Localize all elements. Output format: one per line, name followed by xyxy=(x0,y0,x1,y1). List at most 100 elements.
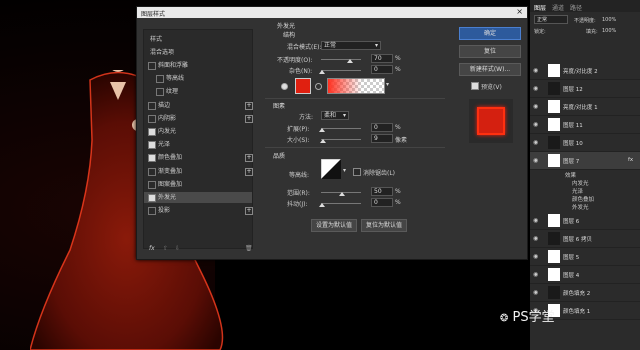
size-slider-knob[interactable] xyxy=(320,139,326,143)
add-icon[interactable]: + xyxy=(245,154,253,163)
dialog-titlebar[interactable]: 图层样式 × xyxy=(137,7,527,18)
style-checkbox[interactable] xyxy=(156,75,164,84)
layer-row[interactable]: ◉ 亮度/对比度 1 xyxy=(530,98,640,116)
color-radio[interactable] xyxy=(281,83,288,90)
fx-icon[interactable]: fx xyxy=(149,245,155,252)
layer-row[interactable]: ◉ 图层 12 xyxy=(530,80,640,98)
chevron-down-icon[interactable]: ▾ xyxy=(386,81,389,88)
layer-row[interactable]: ◉ 图层 7 fx xyxy=(530,152,640,170)
size-slider-track[interactable] xyxy=(321,139,361,140)
add-icon[interactable]: + xyxy=(245,207,253,216)
reset-default-button[interactable]: 复位为默认值 xyxy=(361,219,407,232)
style-checkbox[interactable] xyxy=(156,88,164,97)
blend-options-item[interactable]: 混合选项 xyxy=(144,47,252,58)
style-item[interactable]: 图案叠加 xyxy=(144,179,252,190)
gradient-radio[interactable] xyxy=(315,83,322,90)
jitter-slider-knob[interactable] xyxy=(319,203,325,207)
eye-icon[interactable]: ◉ xyxy=(533,235,538,242)
style-item[interactable]: 渐变叠加 + xyxy=(144,166,253,177)
tab-paths[interactable]: 路径 xyxy=(570,3,582,12)
make-default-button[interactable]: 设置为默认值 xyxy=(311,219,357,232)
move-up-icon[interactable]: ⇧ xyxy=(163,245,168,252)
opacity-slider-track[interactable] xyxy=(321,59,361,60)
spread-slider-track[interactable] xyxy=(321,128,361,129)
styles-header[interactable]: 样式 xyxy=(144,34,252,45)
style-checkbox[interactable] xyxy=(148,207,156,216)
ok-button[interactable]: 确定 xyxy=(459,27,521,40)
jitter-slider-track[interactable] xyxy=(321,203,361,204)
eye-icon[interactable]: ◉ xyxy=(533,121,538,128)
style-item[interactable]: 颜色叠加 + xyxy=(144,152,253,163)
style-checkbox[interactable] xyxy=(148,194,156,202)
style-checkbox[interactable] xyxy=(148,128,156,136)
style-item[interactable]: 内阴影 + xyxy=(144,113,253,124)
layer-row[interactable]: ◉ 亮度/对比度 2 xyxy=(530,62,640,80)
reset-button[interactable]: 复位 xyxy=(459,45,521,58)
eye-icon[interactable]: ◉ xyxy=(533,85,538,92)
style-item[interactable]: 斜面和浮雕 xyxy=(144,60,252,71)
opacity-input[interactable]: 70 xyxy=(371,54,393,63)
layer-row[interactable]: ◉ 图层 5 xyxy=(530,248,640,266)
layer-row[interactable]: ◉ 图层 6 拷贝 xyxy=(530,230,640,248)
style-checkbox[interactable] xyxy=(148,154,156,163)
jitter-input[interactable]: 0 xyxy=(371,198,393,207)
style-item[interactable]: 光泽 xyxy=(144,139,252,150)
eye-icon[interactable]: ◉ xyxy=(533,157,538,164)
style-checkbox[interactable] xyxy=(148,141,156,150)
layer-filter-select[interactable]: 正常 xyxy=(534,15,568,24)
preview-checkbox[interactable] xyxy=(471,82,479,90)
spread-input[interactable]: 0 xyxy=(371,123,393,132)
noise-slider-track[interactable] xyxy=(321,70,361,71)
fx-icon[interactable]: fx xyxy=(628,157,633,163)
eye-icon[interactable]: ◉ xyxy=(533,217,538,224)
move-down-icon[interactable]: ⇩ xyxy=(175,245,180,252)
noise-slider-knob[interactable] xyxy=(319,70,325,74)
fill-value[interactable]: 100% xyxy=(602,28,616,34)
style-item[interactable]: 纹理 xyxy=(144,86,252,97)
method-select[interactable]: 柔和 ▾ xyxy=(321,111,349,120)
add-icon[interactable]: + xyxy=(245,114,253,123)
range-input[interactable]: 50 xyxy=(371,187,393,196)
glow-color-swatch[interactable] xyxy=(295,78,311,94)
style-checkbox[interactable] xyxy=(148,167,156,176)
style-checkbox[interactable] xyxy=(148,180,156,189)
style-item[interactable]: 内发光 xyxy=(144,126,252,137)
style-item[interactable]: 描边 + xyxy=(144,100,253,111)
chevron-down-icon[interactable]: ▾ xyxy=(343,167,346,174)
effects-label[interactable]: 效果 xyxy=(565,171,576,179)
add-icon[interactable]: + xyxy=(245,101,253,110)
style-item[interactable]: 等高线 xyxy=(144,73,252,84)
noise-input[interactable]: 0 xyxy=(371,65,393,74)
tab-layers[interactable]: 图层 xyxy=(534,3,546,12)
eye-icon[interactable]: ◉ xyxy=(533,271,538,278)
layer-row[interactable]: ◉ 图层 4 xyxy=(530,266,640,284)
layer-row[interactable]: ◉ 颜色填充 2 xyxy=(530,284,640,302)
layer-opacity-value[interactable]: 100% xyxy=(602,17,616,23)
style-checkbox[interactable] xyxy=(148,101,156,110)
eye-icon[interactable]: ◉ xyxy=(533,139,538,146)
style-item[interactable]: 投影 + xyxy=(144,205,253,216)
new-style-button[interactable]: 新建样式(W)... xyxy=(459,63,521,76)
close-icon[interactable]: × xyxy=(516,7,523,16)
antialias-checkbox[interactable] xyxy=(353,168,361,176)
glow-gradient-picker[interactable] xyxy=(327,78,385,94)
style-item[interactable]: 外发光 xyxy=(144,192,252,203)
layer-row[interactable]: ◉ 图层 6 xyxy=(530,212,640,230)
layer-row[interactable]: ◉ 图层 10 xyxy=(530,134,640,152)
style-checkbox[interactable] xyxy=(148,114,156,123)
layer-row[interactable]: ◉ 图层 11 xyxy=(530,116,640,134)
trash-icon[interactable]: 🗑 xyxy=(245,245,253,252)
blend-mode-select[interactable]: 正常 ▾ xyxy=(321,41,381,50)
size-input[interactable]: 9 xyxy=(371,134,393,143)
eye-icon[interactable]: ◉ xyxy=(533,253,538,260)
range-slider-knob[interactable] xyxy=(339,192,345,196)
style-checkbox[interactable] xyxy=(148,62,156,70)
opacity-slider-knob[interactable] xyxy=(347,59,353,63)
effect-item[interactable]: 光泽 xyxy=(572,187,583,195)
effect-item[interactable]: 颜色叠加 xyxy=(572,195,594,203)
eye-icon[interactable]: ◉ xyxy=(533,67,538,74)
contour-picker[interactable] xyxy=(321,159,341,179)
eye-icon[interactable]: ◉ xyxy=(533,103,538,110)
spread-slider-knob[interactable] xyxy=(319,128,325,132)
tab-channels[interactable]: 通道 xyxy=(552,3,564,12)
